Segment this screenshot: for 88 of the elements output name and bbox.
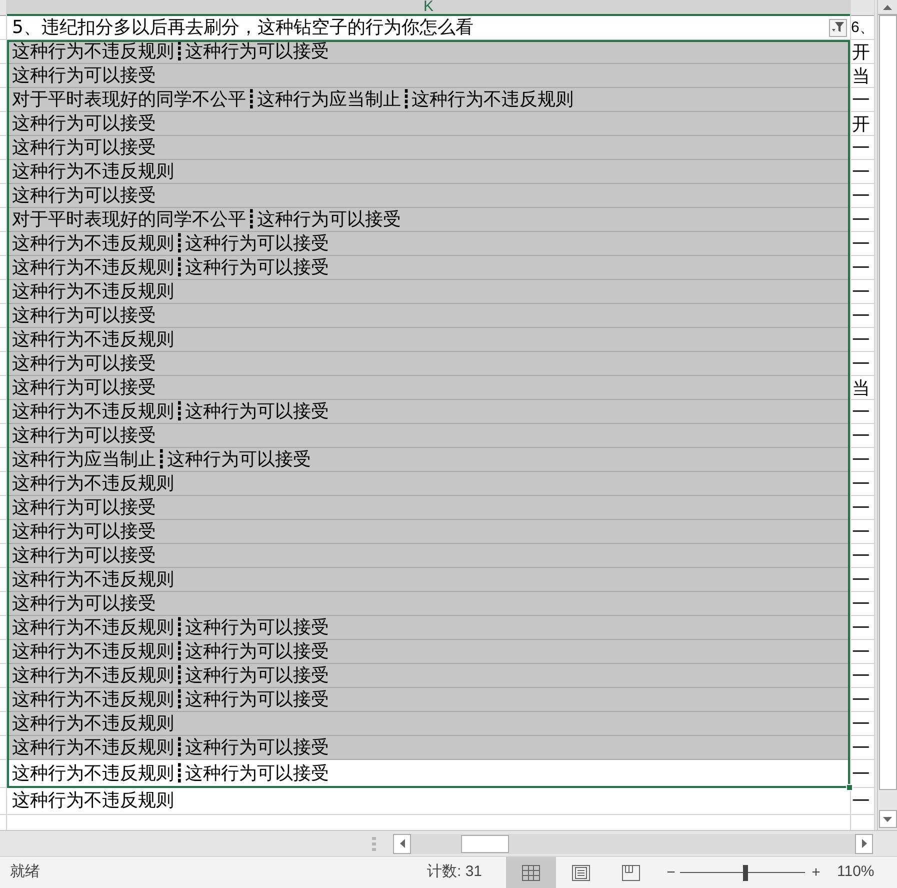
table-cell: 一 bbox=[851, 304, 870, 326]
table-cell: 一 bbox=[851, 568, 870, 590]
table-cell: 这种行为可以接受 bbox=[7, 424, 850, 448]
table-cell: 这种行为不违反规则┋这种行为可以接受 bbox=[7, 616, 850, 640]
scrollbar-thumb[interactable] bbox=[461, 834, 509, 852]
table-cell: 一 bbox=[851, 328, 870, 350]
filter-button[interactable] bbox=[829, 18, 847, 36]
zoom-slider[interactable] bbox=[680, 864, 805, 882]
filter-icon bbox=[832, 22, 844, 33]
table-cell: 这种行为不违反规则┋这种行为可以接受 bbox=[7, 640, 850, 664]
table-cell: 一 bbox=[851, 736, 870, 758]
table-cell: 一 bbox=[851, 160, 870, 182]
triangle-right-icon bbox=[862, 839, 866, 848]
table-cell: 一 bbox=[851, 136, 870, 158]
triangle-down-icon bbox=[883, 816, 892, 822]
table-cell: 这种行为可以接受 bbox=[7, 352, 850, 376]
zoom-out-button[interactable]: − bbox=[662, 864, 680, 882]
table-cell: 一 bbox=[851, 616, 870, 638]
table-cell: 这种行为不违反规则 bbox=[7, 328, 850, 352]
triangle-left-icon bbox=[400, 839, 404, 848]
table-cell: 这种行为可以接受 bbox=[7, 520, 850, 544]
scroll-down-button[interactable] bbox=[878, 810, 896, 828]
table-cell: 这种行为不违反规则 bbox=[7, 712, 850, 736]
table-cell: 这种行为可以接受 bbox=[7, 64, 850, 88]
table-cell: 一 bbox=[851, 762, 870, 784]
triangle-up-icon bbox=[883, 4, 892, 10]
count-text: 计数: 31 bbox=[427, 862, 482, 882]
zoom-level-text: 110% bbox=[837, 862, 874, 882]
table-cell: 开 bbox=[851, 40, 870, 62]
table-cell: 这种行为不违反规则 bbox=[7, 788, 850, 815]
table-cell: 当 bbox=[851, 64, 870, 86]
table-cell: 一 bbox=[851, 280, 870, 302]
table-cell: 对于平时表现好的同学不公平┋这种行为可以接受 bbox=[7, 208, 850, 232]
table-cell: 开 bbox=[851, 112, 870, 134]
normal-view-button[interactable] bbox=[506, 857, 556, 888]
table-cell: 这种行为不违反规则┋这种行为可以接受 bbox=[7, 736, 850, 760]
column-header[interactable]: K bbox=[7, 0, 850, 16]
zoom-slider-thumb[interactable] bbox=[742, 864, 748, 880]
table-cell: 这种行为不违反规则 bbox=[7, 160, 850, 184]
scroll-right-button[interactable] bbox=[855, 834, 873, 854]
table-cell: 这种行为可以接受 bbox=[7, 592, 850, 616]
table-cell: 一 bbox=[851, 352, 870, 374]
table-cell: 这种行为不违反规则 bbox=[7, 568, 850, 592]
table-cell: 一 bbox=[851, 448, 870, 470]
table-cell: 一 bbox=[851, 472, 870, 494]
table-cell: 当 bbox=[851, 376, 870, 398]
table-cell: 这种行为可以接受 bbox=[7, 496, 850, 520]
splitter-handle-icon[interactable] bbox=[372, 836, 376, 850]
status-text: 就绪 bbox=[10, 862, 40, 882]
split-page-icon bbox=[622, 864, 640, 880]
scroll-left-button[interactable] bbox=[393, 834, 411, 854]
table-cell: 一 bbox=[851, 424, 870, 446]
table-cell: 这种行为不违反规则┋这种行为可以接受 bbox=[7, 664, 850, 688]
grid-icon bbox=[522, 864, 540, 880]
table-cell: 这种行为不违反规则┋这种行为可以接受 bbox=[7, 400, 850, 424]
table-cell: 这种行为不违反规则 bbox=[7, 280, 850, 304]
scrollbar-thumb[interactable] bbox=[878, 15, 896, 790]
table-cell: 一 bbox=[851, 496, 870, 518]
table-cell: 一 bbox=[851, 400, 870, 422]
table-cell: 一 bbox=[851, 232, 870, 254]
table-cell: 一 bbox=[851, 184, 870, 206]
zoom-in-button[interactable]: + bbox=[807, 864, 825, 882]
table-cell: 一 bbox=[851, 256, 870, 278]
table-cell: 这种行为不违反规则 bbox=[7, 472, 850, 496]
table-cell: 这种行为不违反规则┋这种行为可以接受 bbox=[7, 232, 850, 256]
table-cell: 一 bbox=[851, 640, 870, 662]
table-cell: 这种行为可以接受 bbox=[7, 136, 850, 160]
table-cell: 这种行为可以接受 bbox=[7, 376, 850, 400]
table-cell: 这种行为可以接受 bbox=[7, 544, 850, 568]
table-cell: 一 bbox=[851, 712, 870, 734]
table-cell: 这种行为应当制止┋这种行为可以接受 bbox=[7, 448, 850, 472]
table-cell: 一 bbox=[851, 664, 870, 686]
table-cell: 一 bbox=[851, 688, 870, 710]
table-cell: 一 bbox=[851, 790, 870, 812]
table-cell: 对于平时表现好的同学不公平┋这种行为应当制止┋这种行为不违反规则 bbox=[7, 88, 850, 112]
table-cell: 这种行为可以接受 bbox=[7, 184, 850, 208]
page-icon bbox=[572, 864, 590, 880]
table-cell: 一 bbox=[851, 208, 870, 230]
column-heading: 5、违纪扣分多以后再去刷分，这种钻空子的行为你怎么看 bbox=[12, 16, 474, 38]
table-cell: 这种行为不违反规则┋这种行为可以接受 bbox=[7, 256, 850, 280]
table-cell: 这种行为可以接受 bbox=[7, 304, 850, 328]
table-cell: 这种行为不违反规则┋这种行为可以接受 bbox=[7, 688, 850, 712]
table-cell: 一 bbox=[851, 88, 870, 110]
column-heading: 6、 bbox=[851, 18, 874, 38]
table-cell: 这种行为可以接受 bbox=[7, 112, 850, 136]
table-cell: 一 bbox=[851, 592, 870, 614]
table-cell: 一 bbox=[851, 520, 870, 542]
table-cell: 一 bbox=[851, 544, 870, 566]
